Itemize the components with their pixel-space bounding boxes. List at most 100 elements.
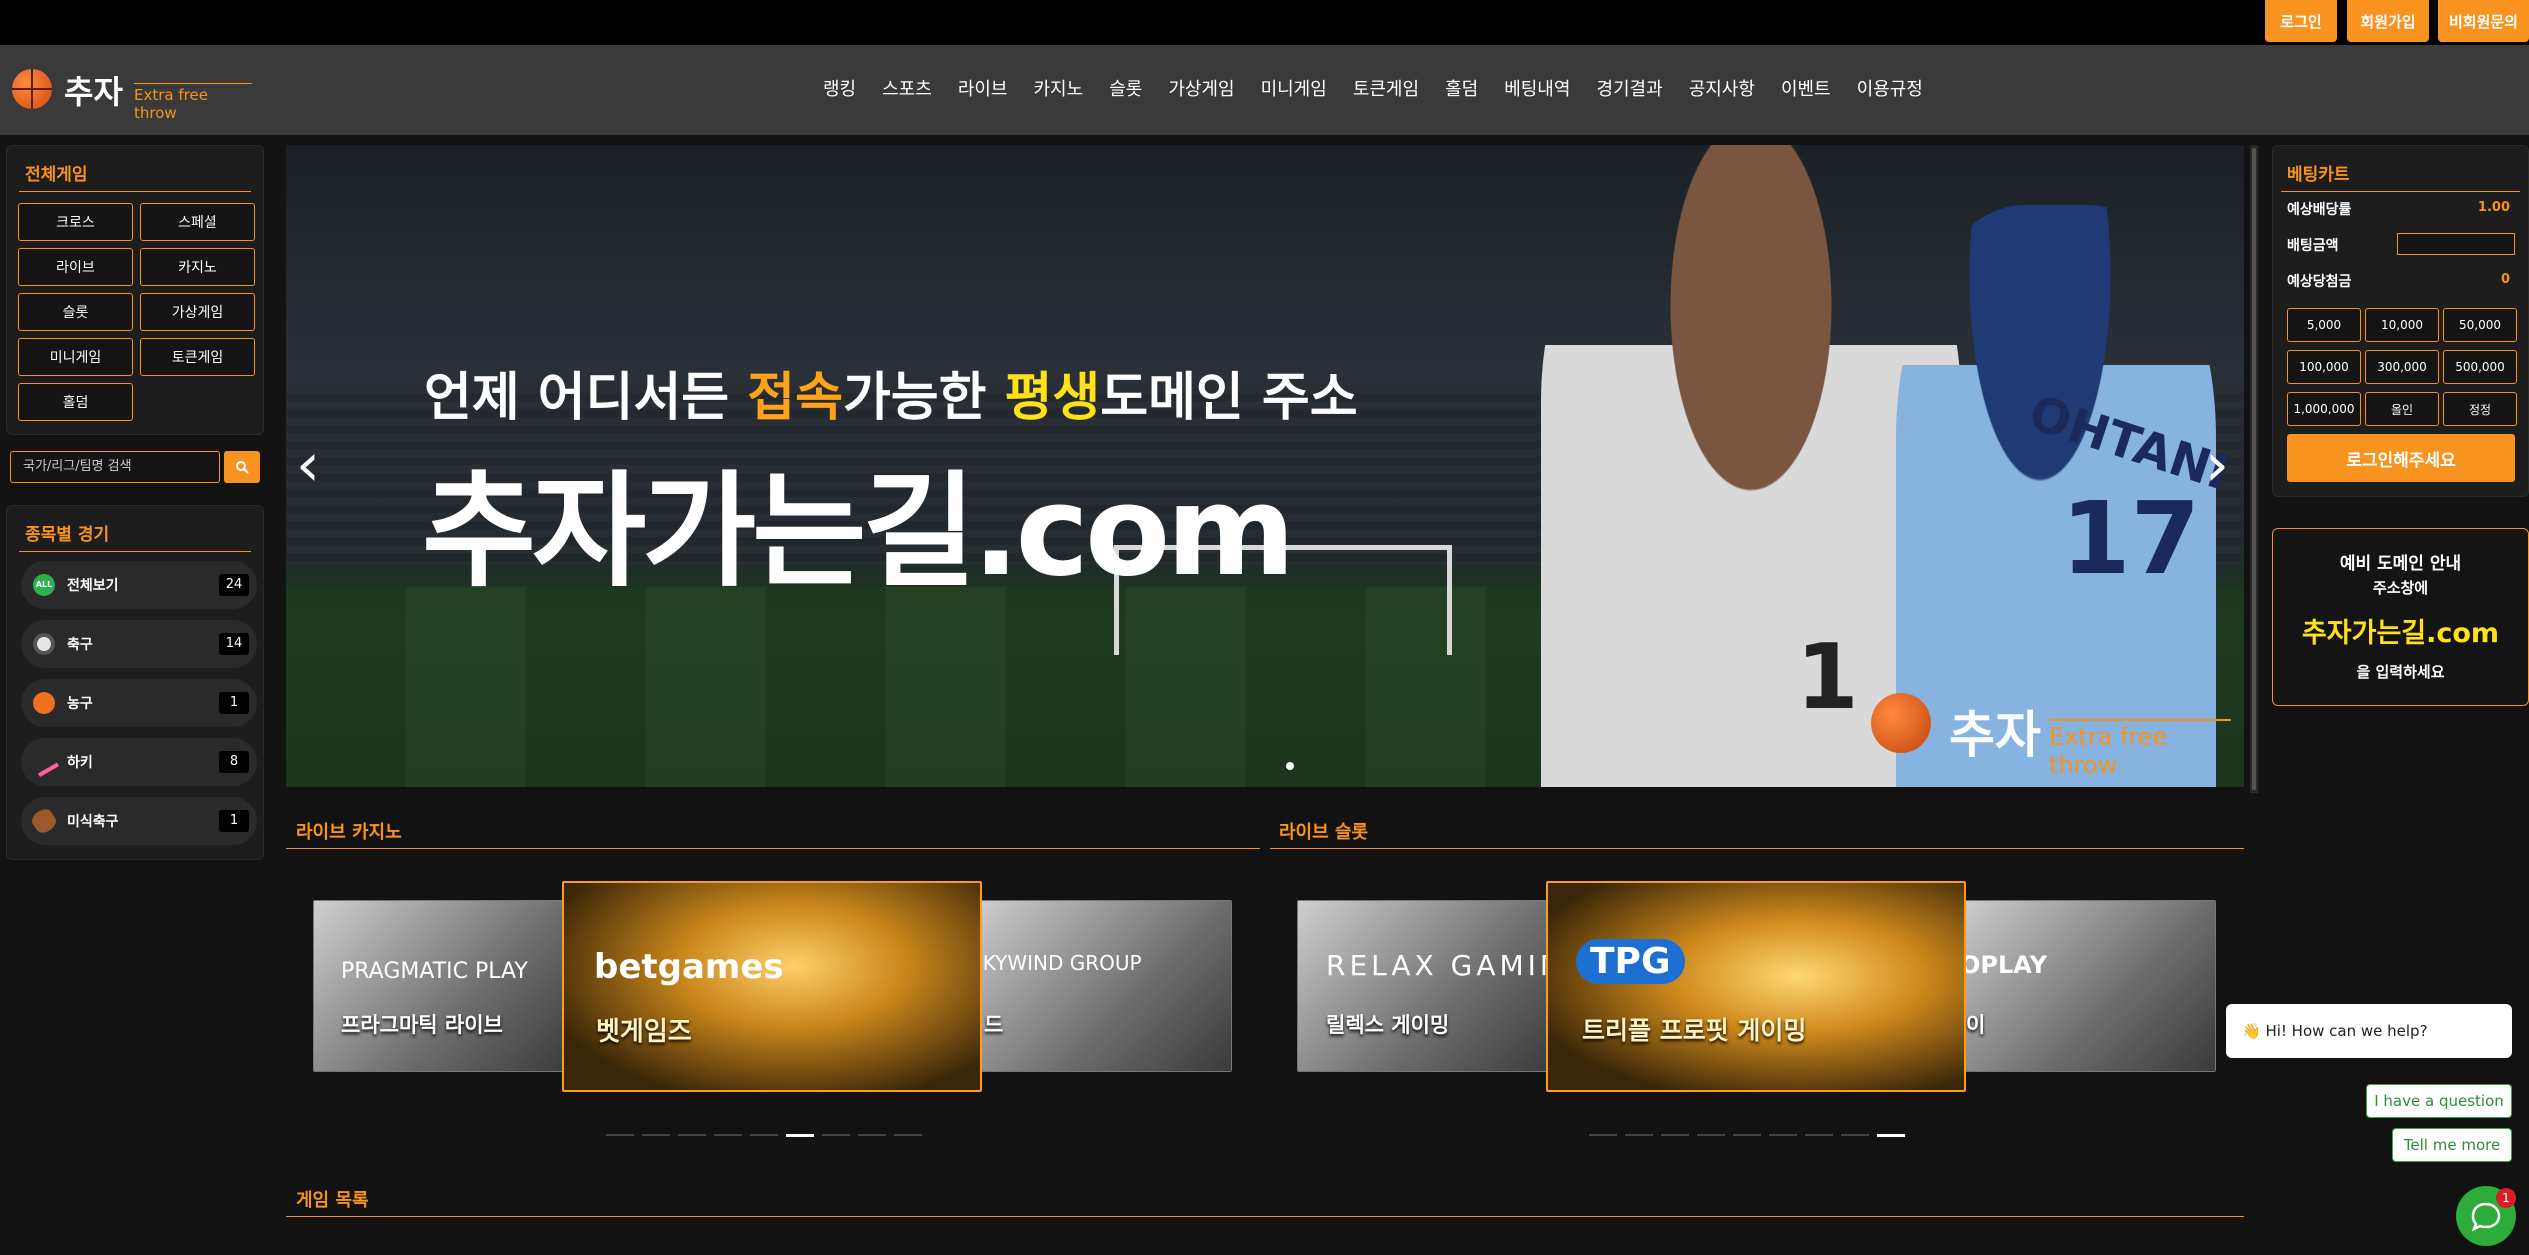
slot-card-tpg[interactable]: TPG 트리플 프로핏 게이밍 [1546, 881, 1966, 1092]
amount-100000-button[interactable]: 100,000 [2287, 350, 2361, 384]
all-games-title: 전체게임 [25, 165, 88, 185]
chat-option-more[interactable]: Tell me more [2392, 1128, 2512, 1162]
team-search-input[interactable]: 국가/리그/팀명 검색 [10, 451, 220, 483]
login-prompt-button[interactable]: 로그인해주세요 [2287, 434, 2515, 482]
nav-slot[interactable]: 슬롯 [1096, 75, 1155, 105]
card-title: RELAX GAMING [1326, 949, 1556, 982]
all-in-button[interactable]: 올인 [2365, 392, 2439, 426]
nav-live[interactable]: 라이브 [945, 75, 1021, 105]
nav-rules[interactable]: 이용규정 [1844, 75, 1936, 105]
card-title: betgames [594, 947, 784, 987]
sport-count: 8 [219, 751, 249, 773]
main-banner[interactable]: 언제 어디서든 접속가능한 평생도메인 주소 추자가는길.com 1 OHTAN… [286, 145, 2244, 787]
nav-bet-history[interactable]: 베팅내역 [1491, 75, 1583, 105]
sports-title: 종목별 경기 [25, 525, 110, 545]
banner-next-arrow-icon[interactable]: › [2205, 435, 2235, 495]
game-token-button[interactable]: 토큰게임 [140, 338, 255, 376]
scrollbar-thumb[interactable] [2252, 148, 2256, 790]
sport-count: 14 [219, 633, 249, 655]
sports-panel: 종목별 경기 ALL 전체보기 24 축구 14 농구 1 하키 8 미식축구 … [6, 505, 264, 860]
divider [1270, 848, 2244, 849]
game-slot-button[interactable]: 슬롯 [18, 293, 133, 331]
logo[interactable]: 추자 Extra free throw [12, 67, 252, 122]
sport-item-all[interactable]: ALL 전체보기 24 [21, 561, 257, 609]
game-list-title: 게임 목록 [296, 1190, 369, 1211]
banner-prev-arrow-icon[interactable]: ‹ [296, 435, 326, 495]
divider [286, 1216, 2244, 1217]
sport-label: 전체보기 [67, 578, 119, 594]
hockey-icon [28, 746, 60, 778]
sport-item-football[interactable]: 미식축구 1 [21, 797, 257, 845]
sport-count: 24 [219, 574, 249, 596]
divider [2281, 191, 2520, 192]
divider [286, 848, 1260, 849]
reset-button[interactable]: 정정 [2443, 392, 2517, 426]
card-subtitle: 트리플 프로핏 게이밍 [1582, 1016, 1807, 1045]
banner-logo: 추자 Extra free throw [1871, 693, 2231, 779]
banner-dot[interactable] [1286, 762, 1294, 770]
sport-item-basketball[interactable]: 농구 1 [21, 679, 257, 727]
game-minigame-button[interactable]: 미니게임 [18, 338, 133, 376]
nav-ranking[interactable]: 랭킹 [810, 75, 869, 105]
football-icon [28, 805, 60, 837]
amount-50000-button[interactable]: 50,000 [2443, 308, 2517, 342]
amount-1000000-button[interactable]: 1,000,000 [2287, 392, 2361, 426]
bet-amount-input[interactable] [2397, 233, 2515, 255]
guest-inquiry-button[interactable]: 비회원문의 [2438, 0, 2529, 42]
game-cross-button[interactable]: 크로스 [18, 203, 133, 241]
game-casino-button[interactable]: 카지노 [140, 248, 255, 286]
card-title: TPG [1576, 939, 1685, 984]
betslip-panel: 베팅카트 예상배당률 1.00 배팅금액 예상당첨금 0 5,000 10,00… [2272, 145, 2529, 497]
amount-10000-button[interactable]: 10,000 [2365, 308, 2439, 342]
game-holdem-button[interactable]: 홀덤 [18, 383, 133, 421]
bet-amount-label: 배팅금액 [2287, 238, 2339, 254]
banner-logo-text: 추자 [1949, 706, 2041, 764]
nav-sports[interactable]: 스포츠 [869, 75, 945, 105]
search-button[interactable] [224, 451, 260, 483]
slot-pager[interactable] [1589, 1134, 1905, 1137]
soccer-icon [33, 633, 55, 655]
sport-count: 1 [219, 810, 249, 832]
all-icon: ALL [33, 574, 55, 596]
casino-card-pragmatic[interactable]: PRAGMATIC PLAY 프라그마틱 라이브 [313, 900, 573, 1072]
expected-odds-value: 1.00 [2477, 200, 2510, 215]
nav-notice[interactable]: 공지사항 [1676, 75, 1768, 105]
nav-holdem[interactable]: 홀덤 [1432, 75, 1491, 105]
nav-token-game[interactable]: 토큰게임 [1340, 75, 1432, 105]
signup-button[interactable]: 회원가입 [2347, 0, 2429, 42]
expected-win-label: 예상당첨금 [2287, 274, 2352, 290]
chat-greeting[interactable]: 👋 Hi! How can we help? [2226, 1004, 2512, 1058]
sport-item-hockey[interactable]: 하키 8 [21, 738, 257, 786]
game-virtual-button[interactable]: 가상게임 [140, 293, 255, 331]
basketball-icon [33, 692, 55, 714]
header: 추자 Extra free throw 랭킹 스포츠 라이브 카지노 슬롯 가상… [0, 45, 2529, 135]
nav-results[interactable]: 경기결과 [1583, 75, 1675, 105]
card-subtitle: 프라그마틱 라이브 [341, 1013, 503, 1037]
amount-300000-button[interactable]: 300,000 [2365, 350, 2439, 384]
nav-event[interactable]: 이벤트 [1768, 75, 1844, 105]
card-title: OPLAY [1960, 951, 2047, 979]
domain-notice-domain: 추자가는길.com [2301, 618, 2500, 649]
nav-virtual[interactable]: 가상게임 [1155, 75, 1247, 105]
chat-option-question[interactable]: I have a question [2366, 1084, 2512, 1118]
nav-casino[interactable]: 카지노 [1021, 75, 1097, 105]
casino-pager[interactable] [606, 1134, 922, 1137]
amount-5000-button[interactable]: 5,000 [2287, 308, 2361, 342]
game-special-button[interactable]: 스페셜 [140, 203, 255, 241]
casino-card-betgames[interactable]: betgames 벳게임즈 [562, 881, 982, 1092]
sport-item-soccer[interactable]: 축구 14 [21, 620, 257, 668]
nav-minigame[interactable]: 미니게임 [1248, 75, 1340, 105]
game-live-button[interactable]: 라이브 [18, 248, 133, 286]
slot-card-oplay[interactable]: OPLAY 이 [1957, 900, 2216, 1072]
player-number: 17 [2061, 480, 2201, 597]
divider [19, 551, 251, 552]
casino-card-skywind[interactable]: SKYWIND GROUP 드 [973, 900, 1232, 1072]
logo-subtext: Extra free throw [134, 83, 252, 122]
amount-500000-button[interactable]: 500,000 [2443, 350, 2517, 384]
domain-notice-title: 예비 도메인 안내 [2339, 554, 2462, 574]
banner-headline: 언제 어디서든 접속가능한 평생도메인 주소 [424, 368, 1358, 428]
slot-card-relax[interactable]: RELAX GAMING 릴렉스 게이밍 [1297, 900, 1557, 1072]
login-button[interactable]: 로그인 [2265, 0, 2337, 42]
sport-count: 1 [219, 692, 249, 714]
all-games-panel: 전체게임 크로스 스페셜 라이브 카지노 슬롯 가상게임 미니게임 토큰게임 홀… [6, 145, 264, 435]
